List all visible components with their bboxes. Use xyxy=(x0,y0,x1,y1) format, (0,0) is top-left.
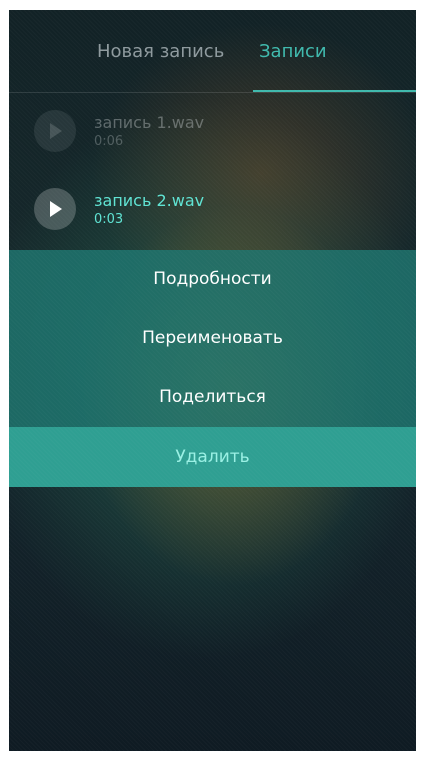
recording-duration: 0:03 xyxy=(94,212,124,227)
context-menu: Подробности Переименовать Поделиться Уда… xyxy=(9,250,416,487)
play-icon xyxy=(50,201,62,217)
tab-records[interactable]: Записи xyxy=(259,41,327,62)
tab-new-record[interactable]: Новая запись xyxy=(97,41,224,62)
play-button[interactable] xyxy=(34,188,76,230)
recording-item-2[interactable]: запись 2.wav 0:03 xyxy=(9,174,416,244)
play-button[interactable] xyxy=(34,110,76,152)
recording-name: запись 2.wav xyxy=(94,191,205,210)
menu-item-rename[interactable]: Переименовать xyxy=(9,309,416,368)
recording-duration: 0:06 xyxy=(94,134,124,149)
menu-item-share[interactable]: Поделиться xyxy=(9,368,416,427)
recording-name: запись 1.wav xyxy=(94,113,205,132)
recording-item-1[interactable]: запись 1.wav 0:06 xyxy=(9,96,416,166)
tab-bar: Новая запись Записи xyxy=(9,10,416,93)
play-icon xyxy=(50,123,62,139)
app-screen: Новая запись Записи запись 1.wav 0:06 за… xyxy=(9,10,416,751)
menu-item-delete[interactable]: Удалить xyxy=(9,427,416,487)
menu-item-details[interactable]: Подробности xyxy=(9,250,416,309)
active-tab-indicator xyxy=(253,90,416,92)
